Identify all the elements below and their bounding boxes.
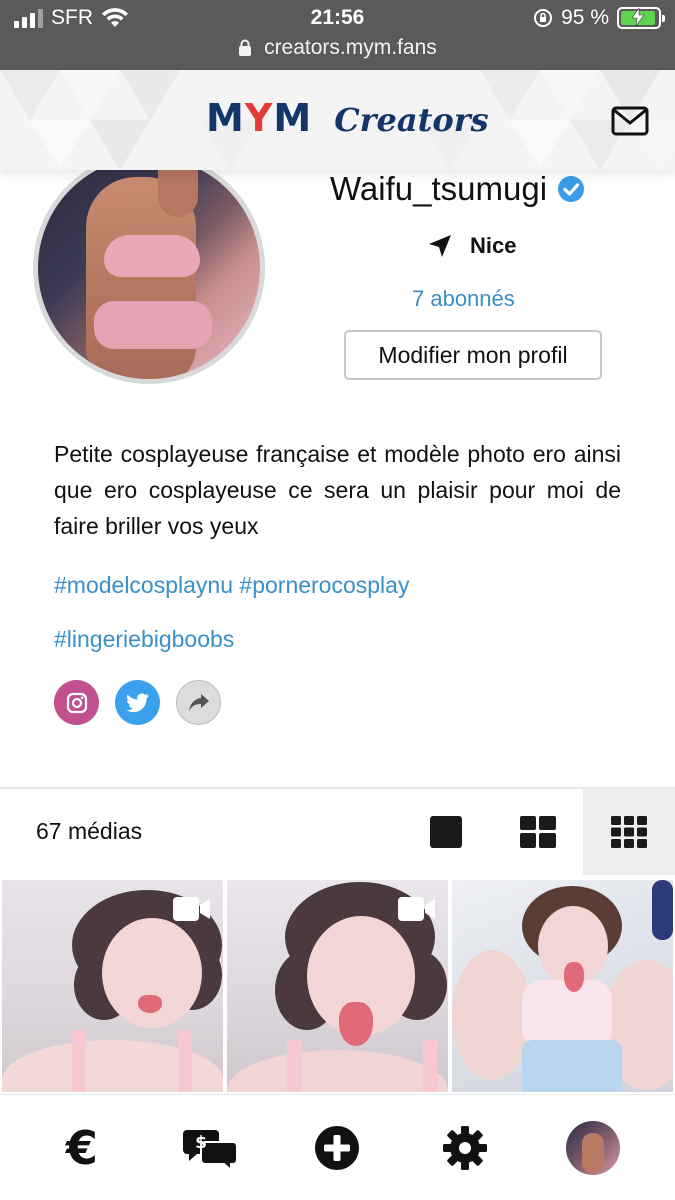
svg-text:$: $ <box>195 1133 207 1153</box>
username-text: Waifu_tsumugi <box>330 170 548 207</box>
url-text: creators.mym.fans <box>264 36 437 59</box>
share-icon <box>188 693 209 711</box>
nav-settings[interactable] <box>430 1113 500 1183</box>
hashtags-row-2: #lingeriebigboobs <box>54 626 234 653</box>
lock-icon <box>239 39 252 56</box>
grid-3x3-view-button[interactable] <box>583 789 675 875</box>
single-view-icon <box>430 816 462 848</box>
euro-icon: € <box>65 1120 98 1175</box>
status-right: 95 % <box>533 6 665 30</box>
battery-percent: 95 % <box>561 6 609 29</box>
logo-mym: MYM <box>206 96 313 140</box>
grid-2x2-view-button[interactable] <box>492 789 584 875</box>
mail-icon[interactable] <box>611 106 649 136</box>
nav-messages[interactable]: $ <box>175 1113 245 1183</box>
video-camera-icon <box>398 897 435 921</box>
media-thumbnail[interactable] <box>452 880 673 1092</box>
location-text: Nice <box>470 233 517 258</box>
media-thumbnail[interactable] <box>227 880 448 1092</box>
nav-earnings[interactable]: € <box>47 1113 117 1183</box>
video-camera-icon <box>173 897 210 921</box>
twitter-icon <box>125 692 149 712</box>
status-bar: SFR 21:56 95 % creators.mym.fans <box>0 0 675 70</box>
hashtag-link[interactable]: #pornerocosplay <box>239 572 409 598</box>
battery-icon <box>617 7 665 29</box>
social-links <box>54 680 221 725</box>
profile-avatar[interactable] <box>33 152 265 384</box>
logo-creators: Creators <box>334 101 489 139</box>
grid-3x3-view-icon <box>611 816 647 848</box>
grid-2x2-view-icon <box>520 816 556 848</box>
chat-money-icon: $ <box>182 1129 237 1170</box>
profile-avatar-small <box>566 1120 621 1175</box>
mym-logo[interactable]: MYM Creators <box>206 96 489 140</box>
add-icon <box>315 1125 360 1170</box>
media-thumbnail[interactable] <box>2 880 223 1092</box>
hashtags-row-1: #modelcosplaynu #pornerocosplay <box>54 572 409 599</box>
followers-link[interactable]: 7 abonnés <box>412 286 515 312</box>
bottom-nav: € $ <box>0 1094 675 1200</box>
app-header: MYM Creators <box>0 70 675 170</box>
media-count: 67 médias <box>36 818 143 844</box>
hashtag-link[interactable]: #modelcosplaynu <box>54 572 233 598</box>
edit-profile-button[interactable]: Modifier mon profil <box>344 330 602 380</box>
username: Waifu_tsumugi <box>330 170 585 208</box>
share-button[interactable] <box>176 680 221 725</box>
nav-add[interactable] <box>302 1113 372 1183</box>
instagram-button[interactable] <box>54 680 99 725</box>
hashtag-link[interactable]: #lingeriebigboobs <box>54 626 234 652</box>
orientation-lock-icon <box>534 9 553 27</box>
settings-icon <box>443 1125 488 1170</box>
bio-text: Petite cosplayeuse française et modèle p… <box>54 441 621 539</box>
verified-badge-icon <box>558 176 585 202</box>
nav-profile[interactable] <box>558 1113 628 1183</box>
address-bar[interactable]: creators.mym.fans <box>0 36 675 60</box>
twitter-button[interactable] <box>115 680 160 725</box>
location: Nice <box>428 233 516 259</box>
single-view-button[interactable] <box>400 789 492 875</box>
location-arrow-icon <box>429 235 451 257</box>
instagram-icon <box>66 692 87 713</box>
